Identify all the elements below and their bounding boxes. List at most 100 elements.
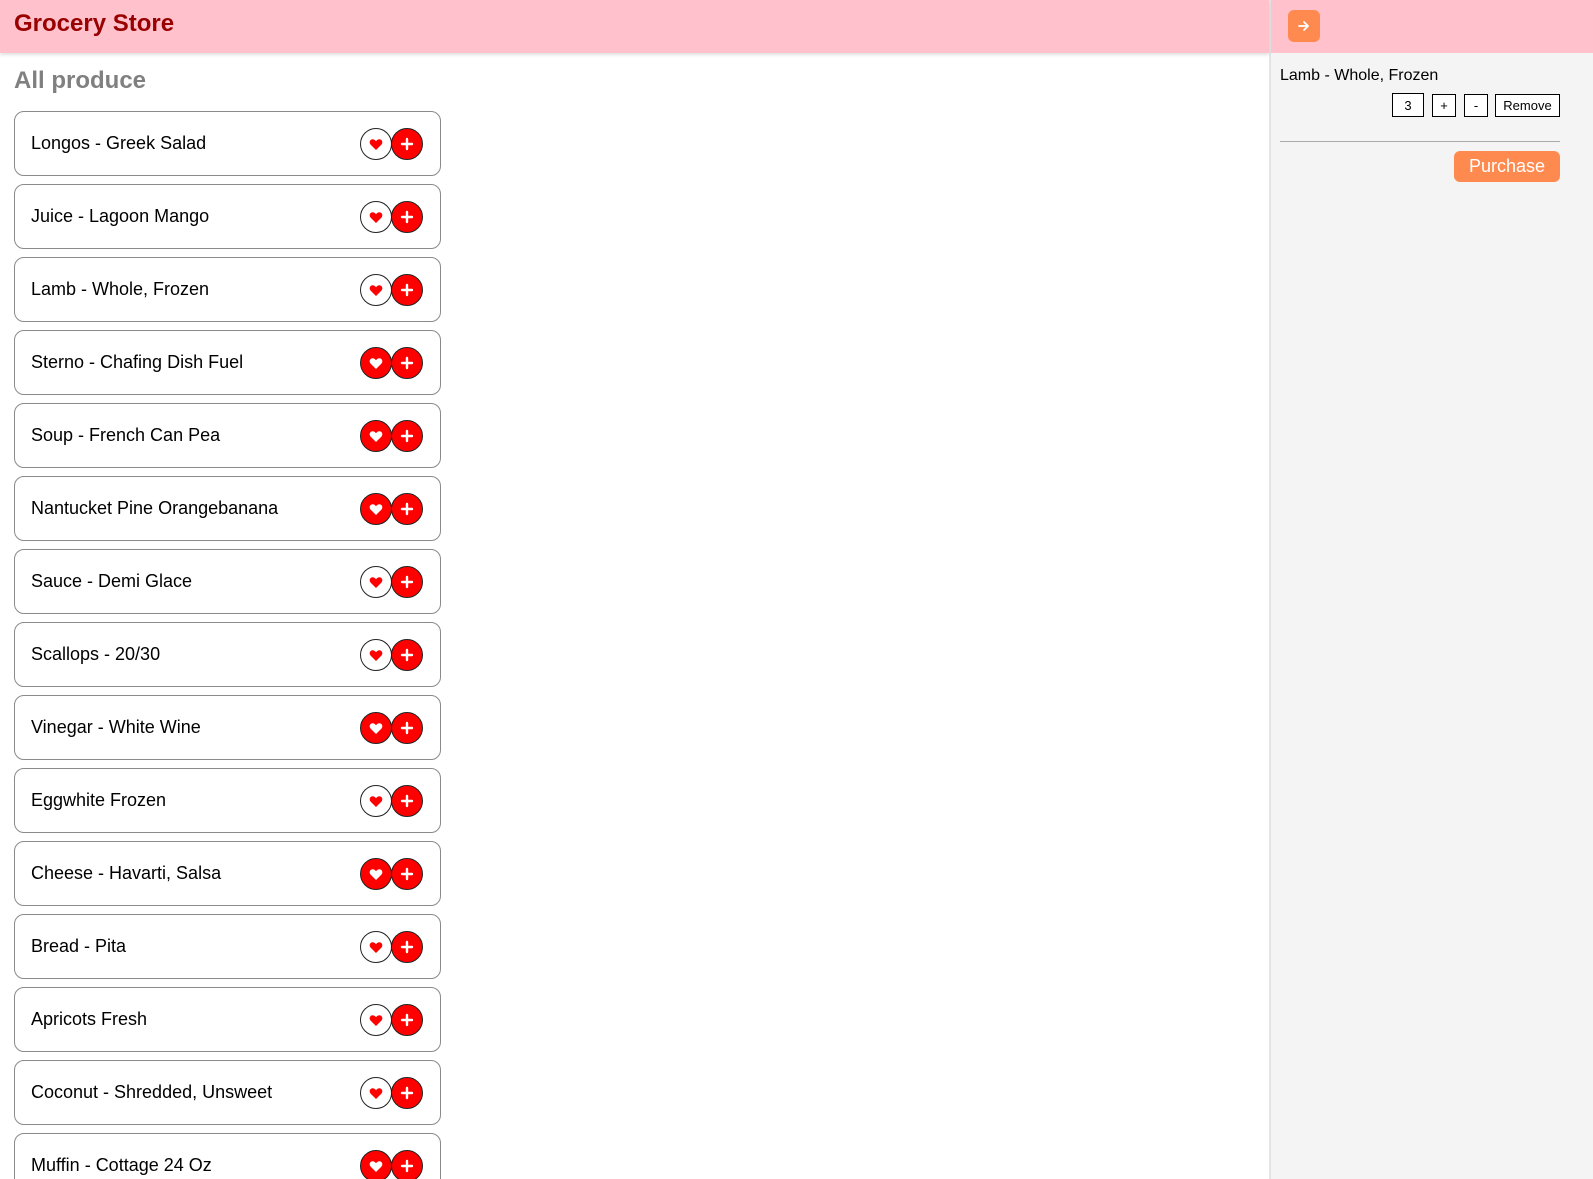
favorite-button[interactable] [360, 347, 392, 379]
cart-sidebar: Lamb - Whole, Frozen + - Remove Purchase [1269, 0, 1593, 1179]
plus-icon [400, 1086, 414, 1100]
plus-icon [400, 1159, 414, 1173]
product-actions [360, 1077, 424, 1109]
add-to-cart-button[interactable] [391, 420, 423, 452]
favorite-button[interactable] [360, 639, 392, 671]
add-to-cart-button[interactable] [391, 1004, 423, 1036]
add-to-cart-button[interactable] [391, 347, 423, 379]
product-actions [360, 639, 424, 671]
favorite-button[interactable] [360, 858, 392, 890]
product-name: Lamb - Whole, Frozen [31, 279, 210, 299]
heart-icon [369, 1087, 383, 1099]
heart-icon [369, 430, 383, 442]
favorite-button[interactable] [360, 566, 392, 598]
increment-button[interactable]: + [1432, 94, 1456, 117]
product-card: Cheese - Havarti, Salsa [14, 841, 441, 906]
quantity-input[interactable] [1392, 93, 1424, 117]
heart-icon [369, 138, 383, 150]
heart-icon [369, 941, 383, 953]
product-card: Muffin - Cottage 24 Oz [14, 1133, 441, 1179]
favorite-button[interactable] [360, 128, 392, 160]
favorite-button[interactable] [360, 785, 392, 817]
product-name: Sterno - Chafing Dish Fuel [31, 352, 244, 372]
add-to-cart-button[interactable] [391, 1077, 423, 1109]
collapse-cart-button[interactable] [1288, 10, 1320, 42]
product-name: Scallops - 20/30 [31, 644, 161, 664]
product-actions [360, 1150, 424, 1179]
plus-icon [400, 794, 414, 808]
favorite-button[interactable] [360, 931, 392, 963]
add-to-cart-button[interactable] [391, 712, 423, 744]
add-to-cart-button[interactable] [391, 639, 423, 671]
app-title: Grocery Store [14, 10, 175, 37]
favorite-button[interactable] [360, 1077, 392, 1109]
product-actions [360, 566, 424, 598]
favorite-button[interactable] [360, 420, 392, 452]
add-to-cart-button[interactable] [391, 201, 423, 233]
cart-divider [1280, 141, 1560, 142]
product-card: Soup - French Can Pea [14, 403, 441, 468]
add-to-cart-button[interactable] [391, 931, 423, 963]
add-to-cart-button[interactable] [391, 858, 423, 890]
plus-icon [400, 721, 414, 735]
product-name: Longos - Greek Salad [31, 133, 207, 153]
product-card: Juice - Lagoon Mango [14, 184, 441, 249]
product-card: Nantucket Pine Orangebanana [14, 476, 441, 541]
product-name: Cheese - Havarti, Salsa [31, 863, 222, 883]
plus-icon [400, 283, 414, 297]
add-to-cart-button[interactable] [391, 493, 423, 525]
purchase-button[interactable]: Purchase [1454, 151, 1560, 182]
product-actions [360, 858, 424, 890]
add-to-cart-button[interactable] [391, 566, 423, 598]
product-card: Vinegar - White Wine [14, 695, 441, 760]
heart-icon [369, 503, 383, 515]
plus-icon [400, 940, 414, 954]
product-name: Apricots Fresh [31, 1009, 148, 1029]
product-actions [360, 347, 424, 379]
product-actions [360, 493, 424, 525]
main-content: All produce Longos - Greek Salad Juice - … [0, 53, 1269, 1179]
product-name: Sauce - Demi Glace [31, 571, 193, 591]
plus-icon [400, 502, 414, 516]
remove-button[interactable]: Remove [1495, 94, 1560, 117]
decrement-button[interactable]: - [1464, 94, 1488, 117]
product-card: Apricots Fresh [14, 987, 441, 1052]
app-header: Grocery Store [0, 0, 1269, 53]
favorite-button[interactable] [360, 274, 392, 306]
product-card: Lamb - Whole, Frozen [14, 257, 441, 322]
favorite-button[interactable] [360, 493, 392, 525]
product-name: Bread - Pita [31, 936, 127, 956]
add-to-cart-button[interactable] [391, 785, 423, 817]
product-actions [360, 201, 424, 233]
plus-icon [400, 429, 414, 443]
product-card: Sauce - Demi Glace [14, 549, 441, 614]
product-name: Coconut - Shredded, Unsweet [31, 1082, 273, 1102]
product-actions [360, 931, 424, 963]
product-actions [360, 420, 424, 452]
product-actions [360, 712, 424, 744]
product-actions [360, 128, 424, 160]
add-to-cart-button[interactable] [391, 274, 423, 306]
favorite-button[interactable] [360, 1004, 392, 1036]
heart-icon [369, 722, 383, 734]
plus-icon [400, 575, 414, 589]
add-to-cart-button[interactable] [391, 128, 423, 160]
favorite-button[interactable] [360, 1150, 392, 1179]
product-card: Scallops - 20/30 [14, 622, 441, 687]
product-card: Sterno - Chafing Dish Fuel [14, 330, 441, 395]
product-name: Juice - Lagoon Mango [31, 206, 210, 226]
product-card: Coconut - Shredded, Unsweet [14, 1060, 441, 1125]
heart-icon [369, 1014, 383, 1026]
add-to-cart-button[interactable] [391, 1150, 423, 1179]
favorite-button[interactable] [360, 201, 392, 233]
heart-icon [369, 1160, 383, 1172]
product-name: Nantucket Pine Orangebanana [31, 498, 279, 518]
favorite-button[interactable] [360, 712, 392, 744]
plus-icon [400, 648, 414, 662]
product-card: Bread - Pita [14, 914, 441, 979]
product-card: Eggwhite Frozen [14, 768, 441, 833]
plus-icon [400, 137, 414, 151]
product-actions [360, 785, 424, 817]
product-name: Vinegar - White Wine [31, 717, 201, 737]
product-actions [360, 274, 424, 306]
